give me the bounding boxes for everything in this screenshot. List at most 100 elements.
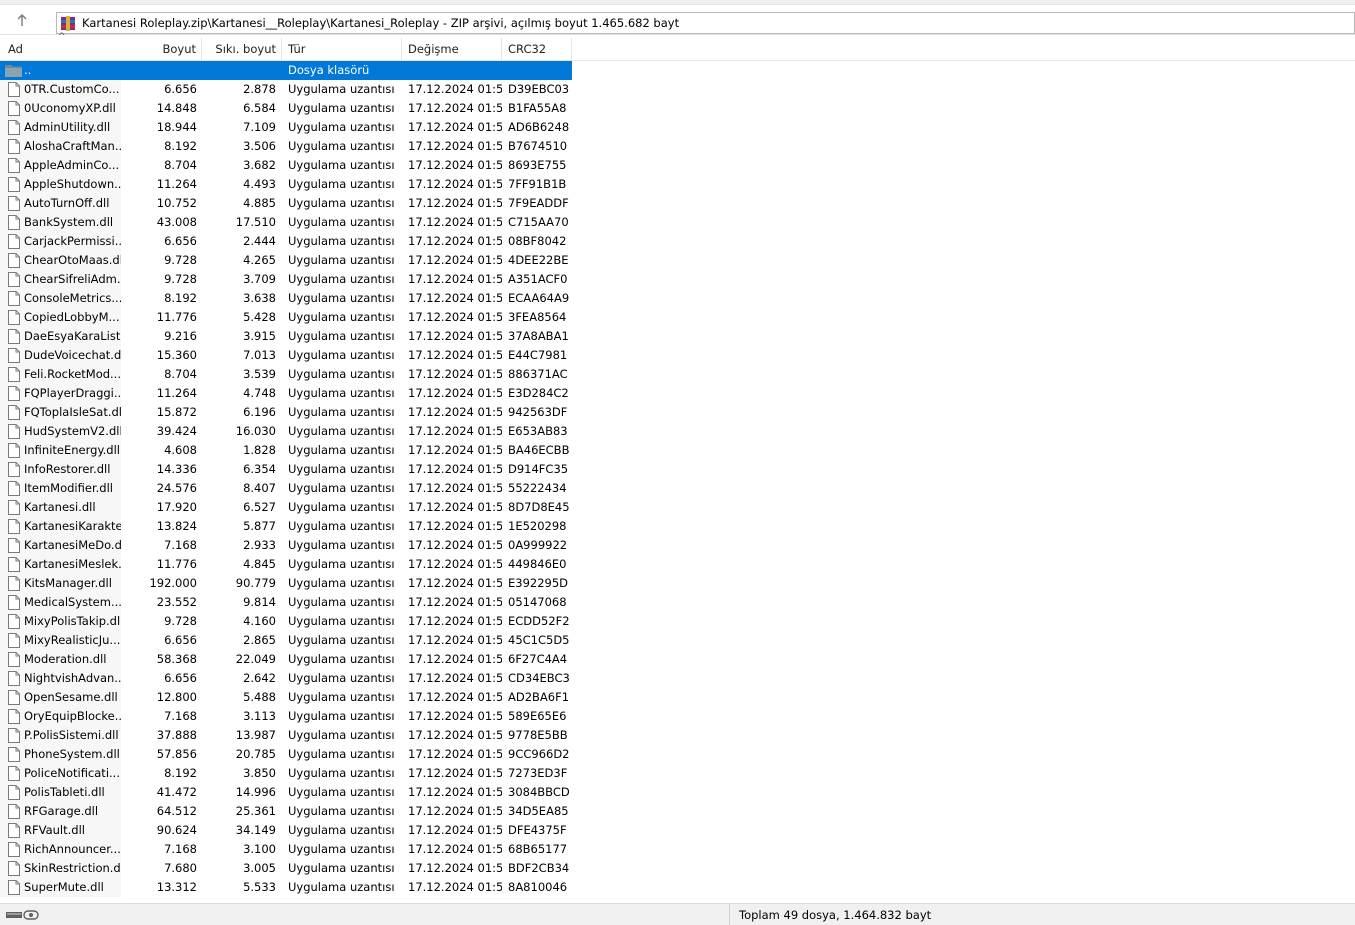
table-row[interactable]: KitsManager.dll 192.000 90.779 Uygulama uza… — [0, 574, 572, 593]
file-type: Uygulama uzantısı — [288, 823, 395, 837]
file-crc: 3084BBCD — [508, 785, 570, 799]
table-row[interactable]: MedicalSystem... 23.552 9.814 Uygulama uzan… — [0, 593, 572, 612]
file-size: 13.824 — [156, 519, 197, 533]
parent-folder-row[interactable]: .. Dosya klasörü — [0, 61, 572, 80]
table-row[interactable]: DudeVoicechat.dll 15.360 7.013 Uygulama uza… — [0, 346, 572, 365]
up-folder-button[interactable] — [12, 13, 32, 31]
column-header-size[interactable]: Boyut — [121, 38, 202, 61]
table-row[interactable]: BankSystem.dll 43.008 17.510 Uygulama uzant… — [0, 213, 572, 232]
table-row[interactable]: InfiniteEnergy.dll 4.608 1.828 Uygulama uza… — [0, 441, 572, 460]
file-crc: C715AA70 — [508, 215, 569, 229]
file-size: 17.920 — [156, 500, 197, 514]
file-name: KartanesiMeDo.dll — [24, 538, 121, 552]
table-row[interactable]: MixyRealisticJu... 6.656 2.865 Uygulama uza… — [0, 631, 572, 650]
table-row[interactable]: AloshaCraftMan... 8.192 3.506 Uygulama uzan… — [0, 137, 572, 156]
table-row[interactable]: 0TR.CustomCo... 6.656 2.878 Uygulama uzantı… — [0, 80, 572, 99]
table-row[interactable]: RFVault.dll 90.624 34.149 Uygulama uzantısı… — [0, 821, 572, 840]
table-row[interactable]: SuperMute.dll 13.312 5.533 Uygulama uzantıs… — [0, 878, 572, 897]
file-crc: DFE4375F — [508, 823, 567, 837]
file-packed-size: 13.987 — [235, 728, 276, 742]
column-header-modified[interactable]: Değişme — [402, 38, 502, 61]
file-icon — [8, 576, 20, 591]
file-icon — [8, 804, 20, 819]
table-row[interactable]: Moderation.dll 58.368 22.049 Uygulama uzant… — [0, 650, 572, 669]
table-row[interactable]: CarjackPermissi... 6.656 2.444 Uygulama uza… — [0, 232, 572, 251]
file-name: KartanesiKarakte... — [24, 519, 121, 533]
table-row[interactable]: AppleAdminCo... 8.704 3.682 Uygulama uzantı… — [0, 156, 572, 175]
column-header-crc[interactable]: CRC32 — [502, 38, 572, 61]
table-row[interactable]: ConsoleMetrics.... 8.192 3.638 Uygulama uza… — [0, 289, 572, 308]
table-row[interactable]: AutoTurnOff.dll 10.752 4.885 Uygulama uzant… — [0, 194, 572, 213]
table-row[interactable]: InfoRestorer.dll 14.336 6.354 Uygulama uzan… — [0, 460, 572, 479]
file-icon — [8, 462, 20, 477]
table-row[interactable]: Kartanesi.dll 17.920 6.527 Uygulama uzantıs… — [0, 498, 572, 517]
file-modified: 17.12.2024 01:58 — [408, 329, 502, 343]
file-icon — [8, 709, 20, 724]
file-type: Uygulama uzantısı — [288, 804, 395, 818]
table-row[interactable]: ItemModifier.dll 24.576 8.407 Uygulama uzan… — [0, 479, 572, 498]
table-row[interactable]: DaeEsyaKaraList... 9.216 3.915 Uygulama uza… — [0, 327, 572, 346]
table-row[interactable]: Feli.RocketMod.... 8.704 3.539 Uygulama uza… — [0, 365, 572, 384]
table-row[interactable]: SkinRestriction.dll 7.680 3.005 Uygulama uz… — [0, 859, 572, 878]
file-name: FQToplaIsleSat.dll — [24, 405, 121, 419]
file-packed-size: 7.013 — [243, 348, 276, 362]
table-row[interactable]: RFGarage.dll 64.512 25.361 Uygulama uzantıs… — [0, 802, 572, 821]
table-row[interactable]: CopiedLobbyM... 11.776 5.428 Uygulama uzant… — [0, 308, 572, 327]
file-name: RFGarage.dll — [24, 804, 99, 818]
table-row[interactable]: PoliceNotificati... 8.192 3.850 Uygulama uz… — [0, 764, 572, 783]
file-name: HudSystemV2.dll — [24, 424, 121, 438]
file-name: AppleShutdown... — [24, 177, 121, 191]
table-row[interactable]: HudSystemV2.dll 39.424 16.030 Uygulama uzan… — [0, 422, 572, 441]
file-crc: 7F9EADDF — [508, 196, 569, 210]
file-modified: 17.12.2024 01:58 — [408, 348, 502, 362]
file-type: Uygulama uzantısı — [288, 310, 395, 324]
file-size: 90.624 — [156, 823, 197, 837]
file-name: DudeVoicechat.dll — [24, 348, 121, 362]
column-header-packed[interactable]: Sıkı. boyut — [202, 38, 282, 61]
file-icon — [8, 367, 20, 382]
table-row[interactable]: AdminUtility.dll 18.944 7.109 Uygulama uzan… — [0, 118, 572, 137]
table-row[interactable]: PhoneSystem.dll 57.856 20.785 Uygulama uzan… — [0, 745, 572, 764]
file-type: Uygulama uzantısı — [288, 500, 395, 514]
file-crc: E653AB83 — [508, 424, 568, 438]
file-icon — [8, 785, 20, 800]
file-size: 9.216 — [164, 329, 197, 343]
file-list: .. Dosya klasörü 0TR.CustomCo... 6.656 2.8… — [0, 61, 572, 901]
column-header-type[interactable]: Tür — [282, 38, 402, 61]
table-row[interactable]: AppleShutdown... 11.264 4.493 Uygulama uzan… — [0, 175, 572, 194]
file-packed-size: 6.584 — [243, 101, 276, 115]
file-icon — [8, 158, 20, 173]
table-row[interactable]: KartanesiKarakte... 13.824 5.877 Uygulama u… — [0, 517, 572, 536]
file-size: 192.000 — [149, 576, 197, 590]
file-icon — [8, 424, 20, 439]
table-row[interactable]: P.PolisSistemi.dll 37.888 13.987 Uygulama u… — [0, 726, 572, 745]
file-packed-size: 3.915 — [243, 329, 276, 343]
file-packed-size: 16.030 — [235, 424, 276, 438]
file-size: 6.656 — [164, 234, 197, 248]
table-row[interactable]: RichAnnouncer.... 7.168 3.100 Uygulama uzan… — [0, 840, 572, 859]
address-field[interactable]: Kartanesi Roleplay.zip\Kartanesi__Rolepl… — [56, 12, 1355, 34]
table-row[interactable]: FQToplaIsleSat.dll 15.872 6.196 Uygulama uz… — [0, 403, 572, 422]
table-row[interactable]: KartanesiMeslek... 11.776 4.845 Uygulama uz… — [0, 555, 572, 574]
table-row[interactable]: NightvishAdvan... 6.656 2.642 Uygulama uzan… — [0, 669, 572, 688]
file-name: 0UconomyXP.dll — [24, 101, 116, 115]
table-row[interactable]: PolisTableti.dll 41.472 14.996 Uygulama uza… — [0, 783, 572, 802]
table-row[interactable]: 0UconomyXP.dll 14.848 6.584 Uygulama uzantı… — [0, 99, 572, 118]
table-row[interactable]: KartanesiMeDo.dll 7.168 2.933 Uygulama uzan… — [0, 536, 572, 555]
file-icon — [8, 101, 20, 116]
file-modified: 17.12.2024 01:58 — [408, 196, 502, 210]
table-row[interactable]: ChearSifreliAdm... 9.728 3.709 Uygulama uza… — [0, 270, 572, 289]
table-row[interactable]: MixyPolisTakip.dll 9.728 4.160 Uygulama uza… — [0, 612, 572, 631]
file-size: 6.656 — [164, 671, 197, 685]
file-name: AutoTurnOff.dll — [24, 196, 110, 210]
file-packed-size: 4.885 — [243, 196, 276, 210]
file-crc: 8693E755 — [508, 158, 567, 172]
table-row[interactable]: ChearOtoMaas.dll 9.728 4.265 Uygulama uzant… — [0, 251, 572, 270]
table-row[interactable]: OpenSesame.dll 12.800 5.488 Uygulama uzantı… — [0, 688, 572, 707]
file-size: 18.944 — [156, 120, 197, 134]
table-row[interactable]: FQPlayerDraggi... 11.264 4.748 Uygulama uza… — [0, 384, 572, 403]
table-row[interactable]: OryEquipBlocke... 7.168 3.113 Uygulama uzan… — [0, 707, 572, 726]
file-type: Uygulama uzantısı — [288, 291, 395, 305]
file-size: 6.656 — [164, 633, 197, 647]
file-type: Uygulama uzantısı — [288, 253, 395, 267]
